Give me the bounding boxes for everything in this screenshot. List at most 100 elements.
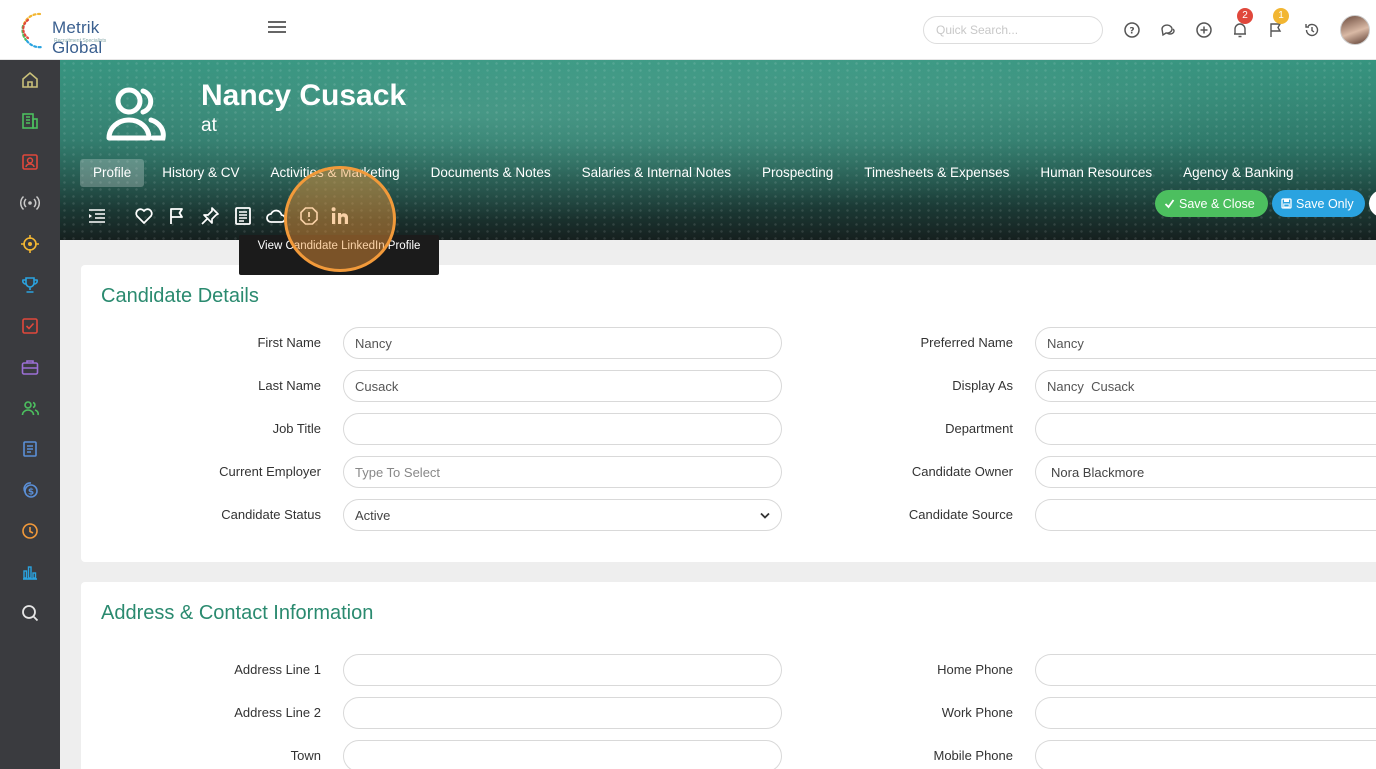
work-phone-input[interactable]: [1035, 697, 1376, 729]
tab-profile[interactable]: Profile: [80, 159, 145, 187]
mobile-phone-label: Mobile Phone: [933, 748, 1014, 763]
add-circle-icon[interactable]: [1195, 21, 1213, 39]
notes-document-icon[interactable]: [232, 205, 254, 227]
svg-text:$: $: [28, 488, 34, 498]
timesheets-clock-icon[interactable]: [20, 521, 40, 541]
candidate-name-heading: Nancy Cusack: [201, 79, 407, 112]
save-close-label: Save & Close: [1179, 196, 1255, 211]
candidate-details-card: Candidate Details First Name Last Name J…: [81, 265, 1376, 562]
home-phone-input[interactable]: [1035, 654, 1376, 686]
candidates-icon[interactable]: [20, 398, 40, 418]
save-only-button[interactable]: Save Only: [1272, 190, 1365, 217]
floppy-disk-icon: [1281, 198, 1292, 209]
candidate-source-label: Candidate Source: [908, 507, 1013, 522]
display-as-label: Display As: [952, 378, 1013, 393]
search-icon[interactable]: [20, 603, 40, 623]
brand-tagline: Recruitment Specialists: [54, 38, 107, 44]
sidebar-nav: $: [0, 60, 60, 769]
first-name-input[interactable]: [343, 327, 782, 359]
tab-prospecting[interactable]: Prospecting: [749, 159, 846, 187]
tab-salaries-internal-notes[interactable]: Salaries & Internal Notes: [569, 159, 744, 187]
department-input[interactable]: [1035, 413, 1376, 445]
town-label: Town: [290, 748, 321, 763]
address-line-2-input[interactable]: [343, 697, 782, 729]
current-employer-label: Current Employer: [219, 464, 321, 479]
broadcast-icon[interactable]: [20, 193, 40, 213]
home-icon[interactable]: [20, 70, 40, 90]
candidate-owner-value: Nora Blackmore: [1051, 464, 1145, 480]
menu-toggle-icon[interactable]: [268, 21, 286, 37]
finance-icon[interactable]: $: [20, 480, 40, 500]
address-line-2-label: Address Line 2: [234, 705, 321, 720]
svg-text:?: ?: [1129, 27, 1134, 37]
address-contact-title: Address & Contact Information: [101, 602, 374, 624]
job-title-label: Job Title: [272, 421, 321, 436]
town-input[interactable]: [343, 740, 782, 769]
reports-chart-icon[interactable]: [20, 562, 40, 582]
tab-history-cv[interactable]: History & CV: [149, 159, 252, 187]
last-name-label: Last Name: [258, 378, 321, 393]
tab-activities-marketing[interactable]: Activities & Marketing: [258, 159, 413, 187]
preferred-name-label: Preferred Name: [920, 335, 1013, 350]
candidate-owner-label: Candidate Owner: [911, 464, 1013, 479]
save-only-label: Save Only: [1296, 196, 1354, 211]
help-icon[interactable]: ?: [1123, 21, 1141, 39]
collapse-panel-icon[interactable]: [86, 205, 108, 227]
target-icon[interactable]: [20, 234, 40, 254]
notifications-bell[interactable]: 2: [1231, 8, 1253, 39]
chevron-down-icon: [760, 512, 770, 519]
notification-count-badge: 2: [1237, 8, 1253, 24]
logo-mark-icon: [21, 12, 44, 49]
trophy-icon[interactable]: [20, 275, 40, 295]
pin-icon[interactable]: [199, 205, 221, 227]
brand-logo[interactable]: Metrik Global Recruitment Specialists: [18, 10, 148, 57]
companies-icon[interactable]: [20, 111, 40, 131]
candidate-users-icon: [106, 87, 166, 141]
quick-search-input[interactable]: [923, 16, 1103, 44]
history-icon[interactable]: [1303, 21, 1321, 39]
linkedin-tooltip: View Candidate LinkedIn Profile: [239, 235, 439, 275]
work-phone-label: Work Phone: [941, 705, 1013, 720]
flag-icon[interactable]: [166, 205, 188, 227]
profile-tabs: Profile History & CV Activities & Market…: [80, 159, 1311, 187]
tab-documents-notes[interactable]: Documents & Notes: [418, 159, 564, 187]
save-close-button[interactable]: Save & Close: [1155, 190, 1268, 217]
candidate-source-select[interactable]: [1035, 499, 1376, 531]
user-avatar[interactable]: [1340, 15, 1370, 45]
mobile-phone-input[interactable]: [1035, 740, 1376, 769]
last-name-input[interactable]: [343, 370, 782, 402]
tab-agency-banking[interactable]: Agency & Banking: [1170, 159, 1306, 187]
tab-timesheets-expenses[interactable]: Timesheets & Expenses: [851, 159, 1022, 187]
preferred-name-input[interactable]: [1035, 327, 1376, 359]
candidate-status-value: Active: [355, 507, 391, 523]
candidate-details-title: Candidate Details: [101, 285, 259, 307]
flag-count-badge: 1: [1273, 8, 1289, 24]
chat-icon[interactable]: [1159, 21, 1177, 39]
documents-icon[interactable]: [20, 439, 40, 459]
check-icon: [1164, 199, 1175, 209]
address-contact-card: Address & Contact Information Address Li…: [81, 582, 1376, 769]
tab-human-resources[interactable]: Human Resources: [1027, 159, 1165, 187]
linkedin-icon[interactable]: [329, 205, 351, 227]
address-line-1-label: Address Line 1: [234, 662, 321, 677]
favourite-heart-icon[interactable]: [133, 205, 155, 227]
tasks-icon[interactable]: [20, 316, 40, 336]
job-title-input[interactable]: [343, 413, 782, 445]
candidate-status-label: Candidate Status: [221, 507, 321, 522]
contacts-icon[interactable]: [20, 152, 40, 172]
candidate-status-select[interactable]: Active: [343, 499, 782, 531]
first-name-label: First Name: [257, 335, 321, 350]
address-line-1-input[interactable]: [343, 654, 782, 686]
candidate-company-subtitle: at: [201, 115, 217, 136]
home-phone-label: Home Phone: [937, 662, 1013, 677]
department-label: Department: [945, 421, 1013, 436]
top-bar: Metrik Global Recruitment Specialists ? …: [0, 0, 1376, 60]
cloud-icon[interactable]: [265, 205, 287, 227]
flags-button[interactable]: 1: [1267, 8, 1289, 39]
warning-octagon-icon[interactable]: [298, 205, 320, 227]
current-employer-input[interactable]: [343, 456, 782, 488]
display-as-input[interactable]: [1035, 370, 1376, 402]
jobs-briefcase-icon[interactable]: [20, 357, 40, 377]
candidate-owner-select[interactable]: Nora Blackmore: [1035, 456, 1376, 488]
profile-header: Nancy Cusack at Profile History & CV Act…: [60, 60, 1376, 240]
